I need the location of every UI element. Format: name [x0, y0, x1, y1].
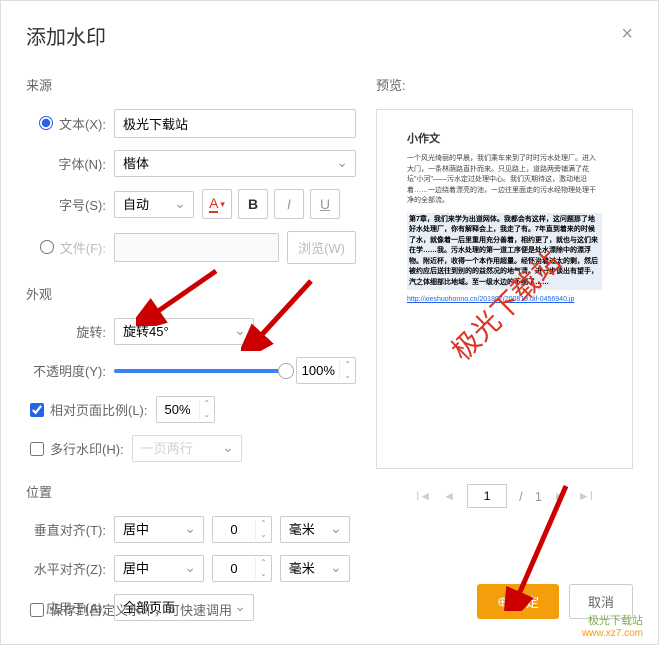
- spin-down[interactable]: ⌄: [340, 371, 355, 381]
- text-radio[interactable]: 文本(X):: [39, 114, 106, 133]
- pager-prev-icon[interactable]: ◄: [443, 489, 455, 503]
- spin-up[interactable]: ⌃: [340, 360, 355, 370]
- pager-current[interactable]: [467, 484, 507, 508]
- size-label: 字号(S):: [26, 195, 106, 214]
- ok-button[interactable]: ⊕确定: [477, 584, 559, 619]
- multiline-select: 一页两行: [132, 435, 242, 462]
- font-color-button[interactable]: A▾: [202, 189, 232, 219]
- site-badge: 极光下载站 www.xz7.com: [582, 612, 643, 639]
- valign-label: 垂直对齐(T):: [26, 520, 106, 539]
- halign-label: 水平对齐(Z):: [26, 559, 106, 578]
- size-select[interactable]: 自动: [114, 191, 194, 218]
- opacity-label: 不透明度(Y):: [26, 361, 106, 380]
- rotate-select[interactable]: 旋转45°: [114, 318, 254, 345]
- multiline-checkbox[interactable]: 多行水印(H):: [30, 439, 124, 458]
- font-label: 字体(N):: [26, 154, 106, 173]
- check-icon: ⊕: [497, 594, 508, 610]
- pager-last-icon[interactable]: ►I: [578, 489, 593, 503]
- watermark-text-input[interactable]: [114, 109, 356, 138]
- halign-num[interactable]: ⌃⌄: [212, 555, 272, 582]
- preview-label: 预览:: [376, 75, 633, 94]
- position-section-label: 位置: [26, 482, 356, 501]
- underline-button[interactable]: U: [310, 189, 340, 219]
- pager: I◄ ◄ / 1 ► ►I: [376, 484, 633, 508]
- opacity-input[interactable]: ⌃⌄: [296, 357, 356, 384]
- pager-first-icon[interactable]: I◄: [416, 489, 431, 503]
- preview-area: 小作文 一个风光绮丽的早晨，我们乘车来到了时时污水处理厂。进入大门，一条林荫路直…: [376, 109, 633, 469]
- font-select[interactable]: 楷体: [114, 150, 356, 177]
- save-custom-checkbox[interactable]: 保存到自定义水印，可快速调用: [30, 600, 232, 619]
- file-radio[interactable]: 文件(F):: [40, 238, 106, 257]
- browse-button[interactable]: 浏览(W): [287, 231, 356, 264]
- bold-button[interactable]: B: [238, 189, 268, 219]
- ratio-input[interactable]: ⌃⌄: [156, 396, 216, 423]
- preview-doc-title: 小作文: [407, 130, 602, 146]
- slider-handle[interactable]: [278, 363, 294, 379]
- rotate-label: 旋转:: [26, 322, 106, 341]
- valign-num[interactable]: ⌃⌄: [212, 516, 272, 543]
- close-icon[interactable]: ×: [621, 23, 633, 46]
- pager-sep: /: [519, 489, 523, 504]
- opacity-slider[interactable]: [114, 369, 286, 373]
- halign-select[interactable]: 居中: [114, 555, 204, 582]
- ratio-checkbox[interactable]: 相对页面比例(L):: [30, 400, 148, 419]
- valign-unit[interactable]: 毫米: [280, 516, 350, 543]
- pager-total: 1: [535, 489, 542, 504]
- dialog-title: 添加水印: [26, 21, 633, 50]
- valign-select[interactable]: 居中: [114, 516, 204, 543]
- italic-button[interactable]: I: [274, 189, 304, 219]
- source-section-label: 来源: [26, 75, 356, 94]
- preview-para1: 一个风光绮丽的早晨，我们乘车来到了时时污水处理厂。进入大门，一条林荫路直扑而来。…: [407, 154, 602, 207]
- halign-unit[interactable]: 毫米: [280, 555, 350, 582]
- file-path-input: [114, 233, 279, 262]
- appearance-section-label: 外观: [26, 284, 356, 303]
- pager-next-icon[interactable]: ►: [554, 489, 566, 503]
